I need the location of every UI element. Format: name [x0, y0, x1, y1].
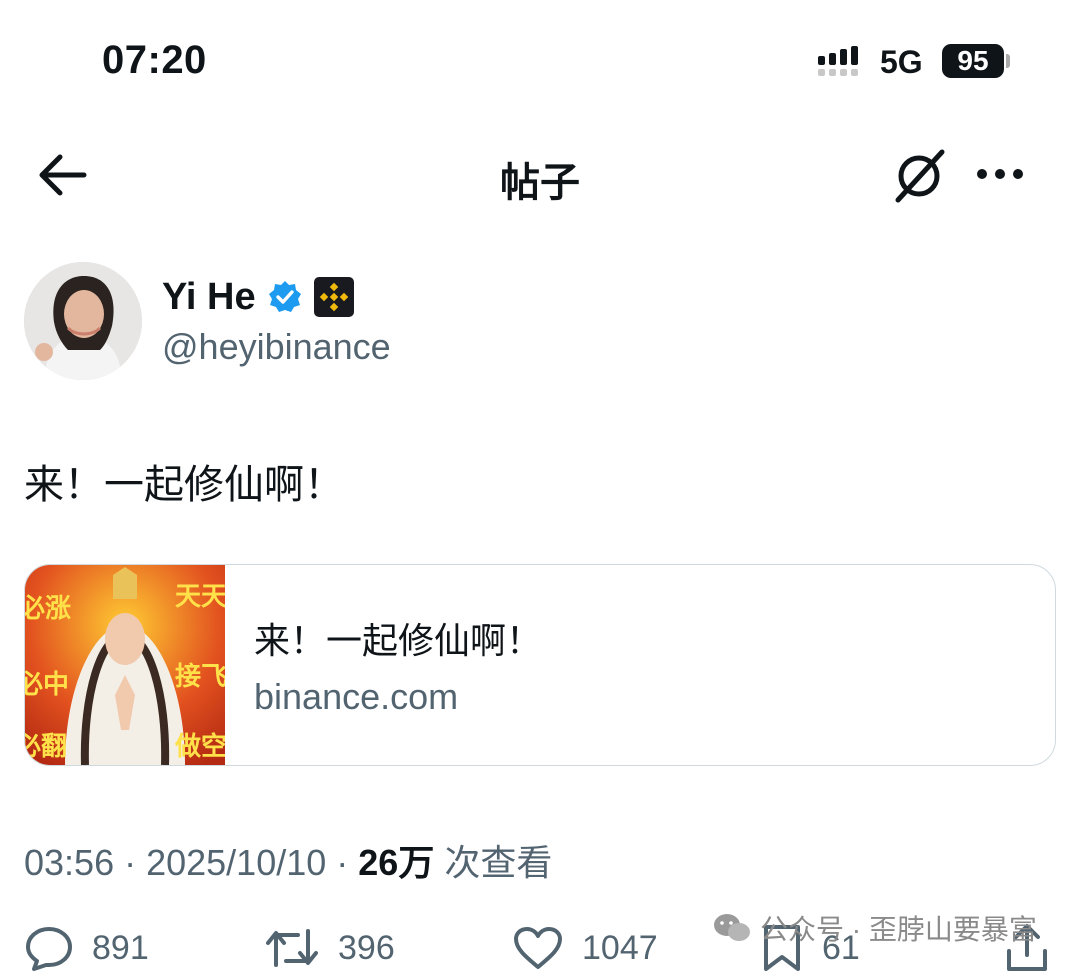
repost-icon — [266, 929, 318, 967]
link-thumbnail-image: 必涨 天天 必中 接飞 必翻 做空 — [25, 565, 225, 765]
watermark: 公众号 · 歪脖山要暴富 — [712, 908, 1037, 948]
battery-indicator: 95 — [942, 44, 1004, 78]
wechat-icon — [714, 914, 750, 941]
view-label: 次查看 — [444, 842, 553, 883]
heart-icon — [514, 927, 562, 969]
binance-logo-icon — [313, 277, 354, 317]
link-card-title: 来！一起修仙啊！ — [254, 620, 543, 661]
thumb-text-1: 必涨 — [25, 594, 71, 624]
verified-badge-icon — [268, 281, 301, 312]
author-name-row: Yi He — [162, 272, 354, 322]
link-preview-card[interactable]: 必涨 天天 必中 接飞 必翻 做空 — [24, 564, 1056, 766]
author-name[interactable]: Yi He — [162, 276, 256, 319]
thumb-text-2: 天天 — [175, 582, 225, 612]
author-handle[interactable]: @heyibinance — [162, 326, 391, 368]
cellular-signal-icon — [818, 46, 858, 76]
avatar-portrait — [24, 262, 142, 380]
repost-count: 396 — [338, 928, 395, 967]
thumb-text-4: 接飞 — [175, 662, 225, 692]
reply-count: 891 — [92, 928, 149, 967]
view-count: 26万 — [358, 842, 435, 883]
battery-level: 95 — [957, 45, 989, 76]
network-type: 5G — [880, 44, 923, 80]
tweet-meta: 03:56 · 2025/10/10 · 26万 次查看 — [24, 834, 552, 886]
meta-separator: · — [114, 842, 147, 883]
tweet-time: 03:56 — [24, 842, 115, 883]
status-time: 07:20 — [102, 38, 207, 82]
avatar[interactable] — [24, 262, 142, 380]
tweet-text: 来！一起修仙啊！ — [24, 463, 344, 507]
battery-tip — [1006, 54, 1010, 68]
like-button[interactable]: 1047 — [512, 922, 658, 974]
repost-button[interactable]: 396 — [264, 922, 395, 974]
more-horizontal-icon[interactable] — [972, 152, 1028, 196]
reply-icon — [26, 927, 72, 971]
thumb-text-3: 必中 — [25, 670, 69, 700]
reply-button[interactable]: 891 — [24, 922, 149, 974]
meta-separator: · — [326, 842, 359, 883]
watermark-text: 公众号 · 歪脖山要暴富 — [760, 914, 1037, 945]
tweet-date: 2025/10/10 — [146, 842, 327, 883]
thumb-text-6: 做空 — [174, 731, 225, 762]
link-card-domain: binance.com — [254, 676, 459, 717]
like-count: 1047 — [582, 928, 658, 967]
grok-icon[interactable] — [890, 146, 948, 204]
thumb-text-5: 必翻 — [25, 732, 67, 762]
